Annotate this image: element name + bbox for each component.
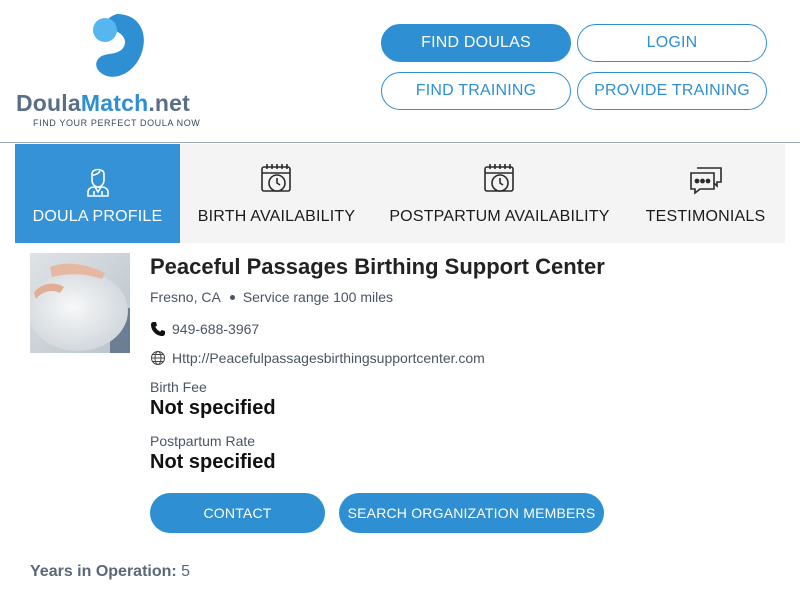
city-text: Fresno, CA <box>150 289 221 305</box>
header-divider <box>0 142 800 143</box>
find-training-button[interactable]: FIND TRAINING <box>381 72 571 110</box>
website-row[interactable]: Http://Peacefulpassagesbirthingsupportce… <box>150 350 485 366</box>
logo-mark-icon <box>93 14 144 77</box>
phone-icon <box>151 322 165 336</box>
profile-tab-bar: DOULA PROFILE BIRTH AVAILABILITY POSTPAR… <box>15 144 785 243</box>
tab-doula-profile[interactable]: DOULA PROFILE <box>15 144 180 243</box>
calendar-clock-icon <box>483 164 514 192</box>
years-in-operation-value: 5 <box>181 563 191 580</box>
tab-birth-availability[interactable]: BIRTH AVAILABILITY <box>180 144 373 243</box>
organization-name: Peaceful Passages Birthing Support Cente… <box>150 254 605 279</box>
logo-wordmark: DoulaMatch.net <box>16 90 190 117</box>
separator-dot <box>229 294 235 300</box>
find-doulas-button[interactable]: FIND DOULAS <box>381 24 571 62</box>
birth-fee-label: Birth Fee <box>150 379 207 395</box>
service-range-text: Service range 100 miles <box>242 289 393 305</box>
phone-row[interactable]: 949-688-3967 <box>150 321 259 337</box>
website-link[interactable]: Http://Peacefulpassagesbirthingsupportce… <box>172 350 485 366</box>
provide-training-button[interactable]: PROVIDE TRAINING <box>577 72 767 110</box>
years-in-operation: Years in Operation: 5 <box>30 563 190 581</box>
postpartum-rate-value: Not specified <box>150 451 276 473</box>
logo-tagline: FIND YOUR PERFECT DOULA NOW <box>33 118 201 128</box>
calendar-clock-icon <box>260 164 291 192</box>
chat-bubbles-icon <box>689 167 722 195</box>
pregnant-belly-image <box>30 253 130 353</box>
tab-postpartum-availability[interactable]: POSTPARTUM AVAILABILITY <box>373 144 626 243</box>
search-organization-members-button[interactable]: SEARCH ORGANIZATION MEMBERS <box>339 493 604 533</box>
logo-wordmark-match: Match <box>80 90 149 116</box>
doula-person-icon <box>86 168 109 197</box>
logo-wordmark-net: .net <box>148 90 191 116</box>
location-line: Fresno, CA Service range 100 miles <box>150 289 393 305</box>
site-logo[interactable]: DoulaMatch.net FIND YOUR PERFECT DOULA N… <box>16 12 216 130</box>
tab-testimonials-label: TESTIMONIALS <box>645 208 766 225</box>
profile-photo <box>30 253 130 353</box>
logo-wordmark-doula: Doula <box>16 90 81 116</box>
tab-birth-availability-label: BIRTH AVAILABILITY <box>197 208 356 225</box>
login-button[interactable]: LOGIN <box>577 24 767 62</box>
years-in-operation-label: Years in Operation: <box>30 563 177 580</box>
tab-doula-profile-label: DOULA PROFILE <box>32 208 163 225</box>
tab-postpartum-availability-label: POSTPARTUM AVAILABILITY <box>389 208 610 225</box>
birth-fee-value: Not specified <box>150 397 276 419</box>
globe-icon <box>151 351 165 365</box>
postpartum-rate-label: Postpartum Rate <box>150 433 256 449</box>
tab-testimonials[interactable]: TESTIMONIALS <box>626 144 785 243</box>
phone-number-link[interactable]: 949-688-3967 <box>172 321 259 337</box>
contact-button[interactable]: CONTACT <box>150 493 325 533</box>
